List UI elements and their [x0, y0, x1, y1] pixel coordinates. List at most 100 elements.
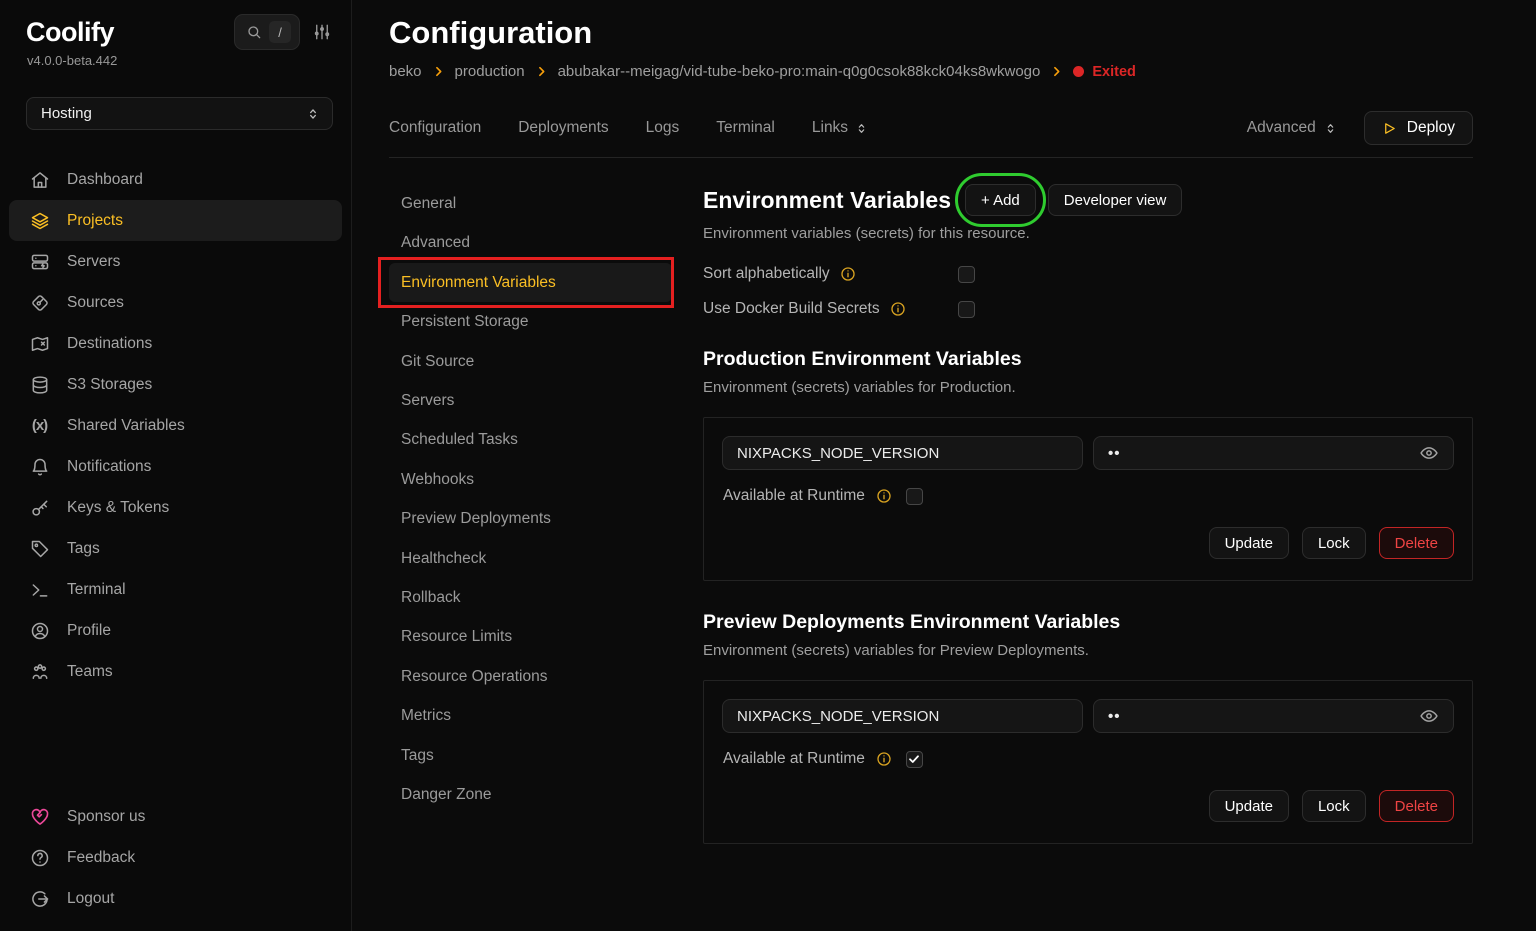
subnav-item-git-source[interactable]: Git Source: [389, 342, 672, 381]
variable-value-input[interactable]: ••: [1093, 699, 1454, 733]
eye-icon[interactable]: [1419, 443, 1439, 463]
app-version: v4.0.0-beta.442: [0, 50, 351, 68]
sort-alphabetically-checkbox[interactable]: [958, 266, 975, 283]
sidebar-item-label: Sources: [67, 292, 124, 313]
sidebar-item-shared-variables[interactable]: (x) Shared Variables: [9, 405, 342, 446]
subnav-item-preview-deployments[interactable]: Preview Deployments: [389, 499, 672, 538]
sidebar: Coolify / v4.0.0-beta.442 Hosting Dashbo…: [0, 0, 352, 931]
logo-row: Coolify /: [0, 0, 351, 50]
status-dot-icon: [1073, 66, 1084, 77]
breadcrumb-item-team[interactable]: beko: [389, 63, 422, 80]
tab-logs[interactable]: Logs: [646, 119, 680, 137]
sidebar-item-label: Feedback: [67, 847, 135, 868]
database-icon: [29, 374, 50, 395]
preview-variable-card: NIXPACKS_NODE_VERSION •• Available at Ru…: [703, 680, 1473, 844]
settings-subnav: General Advanced Environment Variables P…: [389, 184, 672, 815]
variable-name-input[interactable]: NIXPACKS_NODE_VERSION: [722, 436, 1083, 470]
docker-build-secrets-checkbox[interactable]: [958, 301, 975, 318]
variable-value-masked: ••: [1108, 445, 1121, 462]
sidebar-item-label: Servers: [67, 251, 120, 272]
eye-icon[interactable]: [1419, 706, 1439, 726]
sidebar-item-dashboard[interactable]: Dashboard: [9, 159, 342, 200]
status-text: Exited: [1092, 64, 1136, 80]
sidebar-item-label: Destinations: [67, 333, 152, 354]
sidebar-item-sources[interactable]: Sources: [9, 282, 342, 323]
sidebar-item-servers[interactable]: Servers: [9, 241, 342, 282]
sidebar-item-label: Dashboard: [67, 169, 143, 190]
sidebar-item-profile[interactable]: Profile: [9, 610, 342, 651]
subnav-item-tags[interactable]: Tags: [389, 736, 672, 775]
deploy-button[interactable]: Deploy: [1364, 111, 1473, 145]
sidebar-item-terminal[interactable]: Terminal: [9, 569, 342, 610]
sidebar-footer: Sponsor us Feedback Logout: [0, 796, 351, 931]
sliders-icon[interactable]: [313, 23, 331, 41]
subnav-item-resource-operations[interactable]: Resource Operations: [389, 657, 672, 696]
key-icon: [29, 497, 50, 518]
sidebar-item-logout[interactable]: Logout: [9, 878, 342, 919]
map-icon: [29, 333, 50, 354]
sidebar-item-keys-tokens[interactable]: Keys & Tokens: [9, 487, 342, 528]
sidebar-item-s3-storages[interactable]: S3 Storages: [9, 364, 342, 405]
chevrons-up-down-icon: [855, 122, 868, 135]
git-source-icon: [29, 292, 50, 313]
breadcrumb-item-environment[interactable]: production: [455, 63, 525, 80]
subnav-item-persistent-storage[interactable]: Persistent Storage: [389, 302, 672, 341]
subnav-item-healthcheck[interactable]: Healthcheck: [389, 539, 672, 578]
bell-icon: [29, 456, 50, 477]
preview-section-subtitle: Environment (secrets) variables for Prev…: [703, 642, 1473, 659]
lock-button[interactable]: Lock: [1302, 527, 1366, 559]
sidebar-item-teams[interactable]: Teams: [9, 651, 342, 692]
sidebar-item-label: Projects: [67, 210, 123, 231]
sidebar-item-sponsor-us[interactable]: Sponsor us: [9, 796, 342, 837]
subnav-item-resource-limits[interactable]: Resource Limits: [389, 617, 672, 656]
production-section-title: Production Environment Variables: [703, 348, 1473, 371]
info-icon: [840, 266, 856, 282]
tab-terminal[interactable]: Terminal: [716, 119, 775, 137]
subnav-item-danger-zone[interactable]: Danger Zone: [389, 775, 672, 814]
subnav-item-label: Environment Variables: [401, 274, 556, 291]
sidebar-item-feedback[interactable]: Feedback: [9, 837, 342, 878]
layers-icon: [29, 210, 50, 231]
available-at-runtime-checkbox[interactable]: [906, 488, 923, 505]
subnav-item-advanced[interactable]: Advanced: [389, 223, 672, 262]
subnav-item-webhooks[interactable]: Webhooks: [389, 460, 672, 499]
sidebar-item-label: Notifications: [67, 456, 151, 477]
variable-value-masked: ••: [1108, 708, 1121, 725]
subnav-item-rollback[interactable]: Rollback: [389, 578, 672, 617]
tab-configuration[interactable]: Configuration: [389, 119, 481, 137]
advanced-dropdown-label: Advanced: [1247, 119, 1316, 137]
subnav-item-environment-variables[interactable]: Environment Variables: [389, 263, 672, 302]
breadcrumb-item-resource[interactable]: abubakar--meigag/vid-tube-beko-pro:main-…: [558, 63, 1041, 80]
sidebar-item-notifications[interactable]: Notifications: [9, 446, 342, 487]
lock-button[interactable]: Lock: [1302, 790, 1366, 822]
subnav-item-general[interactable]: General: [389, 184, 672, 223]
house-icon: [29, 169, 50, 190]
sort-alphabetically-row: Sort alphabetically: [703, 265, 1473, 283]
tab-links-label: Links: [812, 119, 848, 137]
sidebar-item-tags[interactable]: Tags: [9, 528, 342, 569]
developer-view-button[interactable]: Developer view: [1048, 184, 1183, 216]
subnav-item-metrics[interactable]: Metrics: [389, 696, 672, 735]
variable-name-input[interactable]: NIXPACKS_NODE_VERSION: [722, 699, 1083, 733]
variable-value-input[interactable]: ••: [1093, 436, 1454, 470]
sidebar-item-projects[interactable]: Projects: [9, 200, 342, 241]
tab-links[interactable]: Links: [812, 119, 868, 137]
delete-button[interactable]: Delete: [1379, 790, 1454, 822]
sidebar-item-destinations[interactable]: Destinations: [9, 323, 342, 364]
tab-deployments[interactable]: Deployments: [518, 119, 608, 137]
update-button[interactable]: Update: [1209, 527, 1289, 559]
update-button[interactable]: Update: [1209, 790, 1289, 822]
subnav-item-servers[interactable]: Servers: [389, 381, 672, 420]
delete-button[interactable]: Delete: [1379, 527, 1454, 559]
page-title: Configuration: [389, 15, 1473, 51]
server-icon: [29, 251, 50, 272]
search-button[interactable]: /: [234, 14, 300, 50]
advanced-dropdown[interactable]: Advanced: [1247, 119, 1337, 137]
sidebar-item-label: Logout: [67, 888, 114, 909]
workspace-select[interactable]: Hosting: [26, 97, 333, 130]
available-at-runtime-checkbox[interactable]: [906, 751, 923, 768]
subnav-item-scheduled-tasks[interactable]: Scheduled Tasks: [389, 420, 672, 459]
sidebar-item-label: S3 Storages: [67, 374, 152, 395]
add-variable-button[interactable]: + Add: [965, 184, 1036, 216]
main-content: Configuration beko production abubakar--…: [352, 0, 1536, 931]
